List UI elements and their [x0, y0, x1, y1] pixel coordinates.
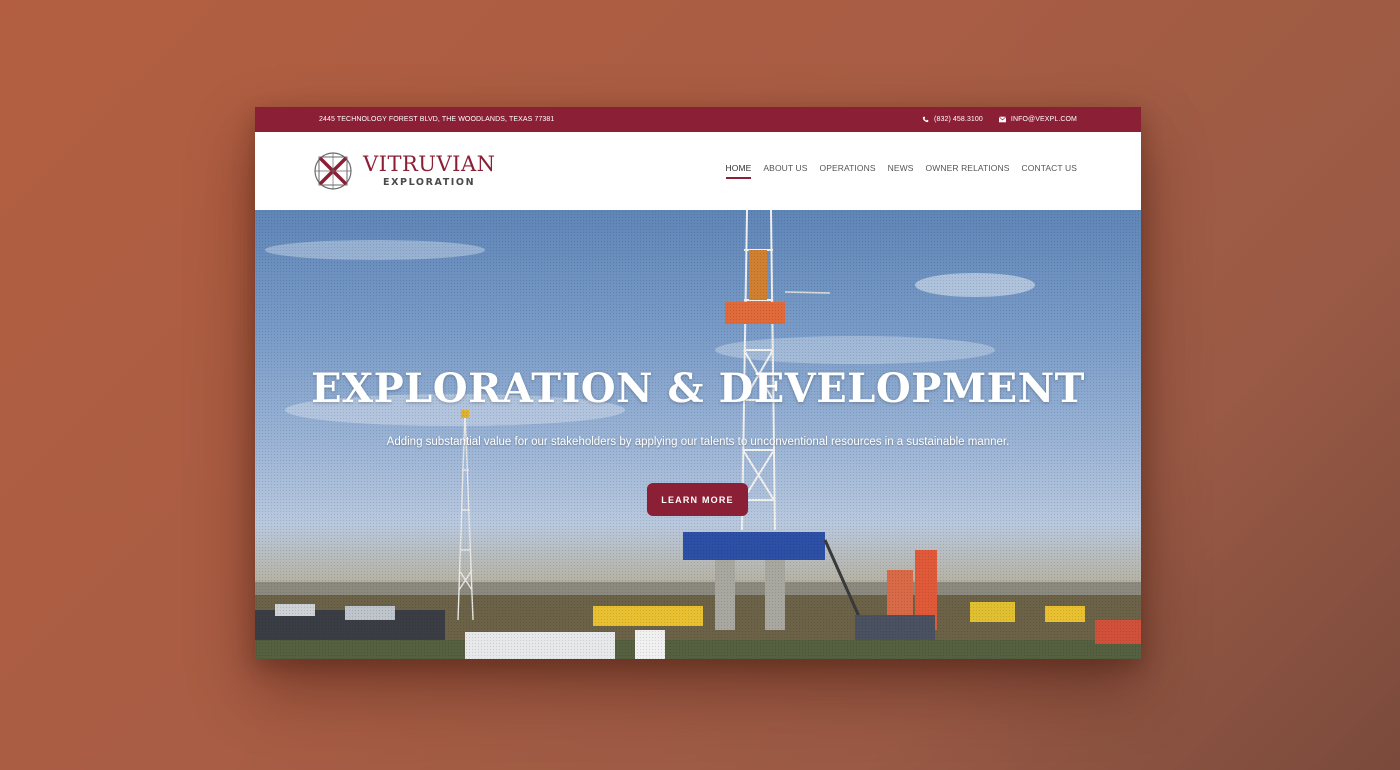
nav-home[interactable]: HOME: [725, 163, 752, 179]
learn-more-button[interactable]: LEARN MORE: [647, 483, 748, 516]
mail-icon: [998, 116, 1006, 123]
address-text: 2445 TECHNOLOGY FOREST BLVD, THE WOODLAN…: [319, 116, 555, 123]
email-link[interactable]: INFO@VEXPL.COM: [998, 116, 1077, 123]
email-text: INFO@VEXPL.COM: [1010, 116, 1077, 123]
main-nav: HOME ABOUT US OPERATIONS NEWS OWNER RELA…: [725, 163, 1078, 179]
vitruvian-logo-icon: [314, 152, 352, 190]
phone-link[interactable]: (832) 458.3100: [922, 116, 983, 123]
nav-owner-relations[interactable]: OWNER RELATIONS: [926, 163, 1010, 179]
top-bar: 2445 TECHNOLOGY FOREST BLVD, THE WOODLAN…: [255, 107, 1141, 132]
logo-name: VITRUVIAN: [363, 152, 496, 177]
site-header: VITRUVIAN EXPLORATION HOME ABOUT US OPER…: [255, 132, 1141, 210]
hero-subtitle: Adding substantial value for our stakeho…: [386, 436, 1010, 448]
hero-dot-overlay: [255, 210, 1141, 659]
phone-text: (832) 458.3100: [934, 116, 983, 123]
hero-title: EXPLORATION & DEVELOPMENT: [311, 365, 1085, 412]
logo-subtitle: EXPLORATION: [383, 177, 476, 189]
nav-contact-us[interactable]: CONTACT US: [1022, 163, 1077, 179]
nav-news[interactable]: NEWS: [888, 163, 914, 179]
phone-icon: [922, 116, 929, 123]
hero-section: EXPLORATION & DEVELOPMENT Adding substan…: [255, 210, 1141, 659]
nav-about-us[interactable]: ABOUT US: [763, 163, 807, 179]
logo-text: VITRUVIAN EXPLORATION: [363, 154, 495, 188]
browser-frame: 2445 TECHNOLOGY FOREST BLVD, THE WOODLAN…: [255, 107, 1141, 659]
logo[interactable]: VITRUVIAN EXPLORATION: [313, 151, 495, 191]
nav-operations[interactable]: OPERATIONS: [820, 163, 876, 179]
topbar-contacts: (832) 458.3100 INFO@VEXPL.COM: [922, 116, 1077, 123]
